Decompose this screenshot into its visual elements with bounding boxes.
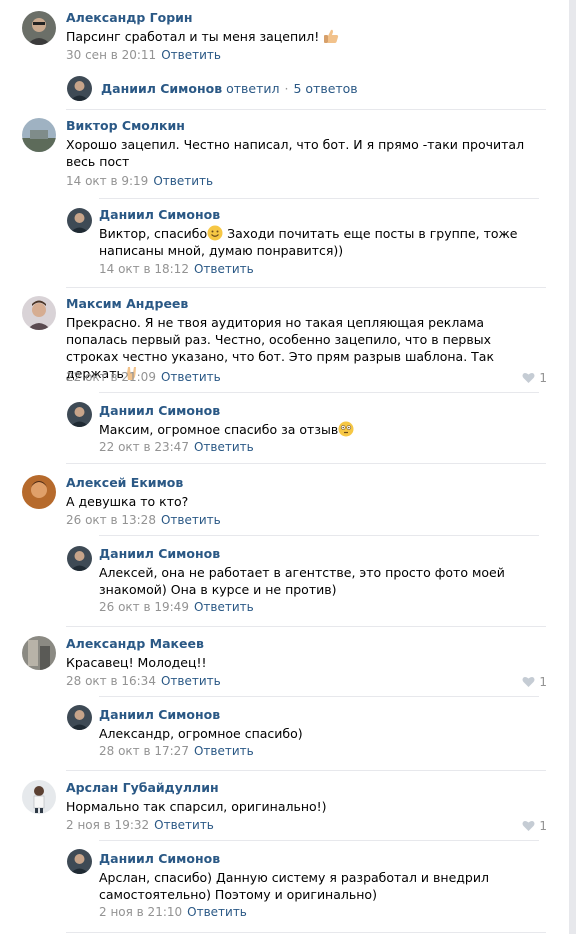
reply-text: Виктор, спасибо Заходи почитать еще пост…	[99, 225, 518, 258]
separator	[99, 198, 539, 199]
reply-meta: 22 окт в 23:47 Ответить	[99, 440, 254, 454]
like-button[interactable]: 1	[522, 371, 547, 385]
thread-author[interactable]: Даниил Симонов	[101, 81, 222, 96]
replies-thread-link[interactable]: Даниил Симонов ответил · 5 ответов	[101, 81, 358, 96]
thread-action: ответил	[226, 81, 280, 96]
heart-icon	[522, 676, 535, 687]
reply-author[interactable]: Даниил Симонов	[99, 207, 220, 222]
reply-link[interactable]: Ответить	[194, 440, 254, 454]
reply-text: Алексей, она не работает в агентстве, эт…	[99, 565, 505, 597]
like-count: 1	[539, 675, 547, 689]
avatar[interactable]	[22, 296, 56, 330]
reply-text: Арслан, спасибо) Данную систему я разраб…	[99, 870, 489, 902]
comment-6: Арслан Губайдуллин Нормально так спарсил…	[0, 771, 569, 934]
avatar[interactable]	[22, 780, 56, 814]
comment-author[interactable]: Максим Андреев	[66, 296, 188, 311]
like-button[interactable]: 1	[522, 819, 547, 833]
reply-date[interactable]: 14 окт в 18:12	[99, 262, 189, 276]
reply-date[interactable]: 28 окт в 17:27	[99, 744, 189, 758]
like-button[interactable]: 1	[522, 675, 547, 689]
like-count: 1	[539, 819, 547, 833]
separator	[99, 840, 539, 841]
comment-meta: 2 ноя в 19:32 Ответить	[66, 818, 214, 832]
dot-separator: ·	[284, 81, 289, 96]
comment-meta: 14 окт в 9:19 Ответить	[66, 174, 213, 188]
avatar[interactable]	[67, 546, 92, 571]
avatar[interactable]	[22, 118, 56, 152]
comment-1: Александр Горин Парсинг сработал и ты ме…	[0, 0, 569, 110]
comment-5: Александр Макеев Красавец! Молодец!! 28 …	[0, 627, 569, 770]
separator	[66, 932, 546, 933]
reply-date[interactable]: 2 ноя в 21:10	[99, 905, 182, 919]
comment-meta: 28 окт в 16:34 Ответить	[66, 674, 221, 688]
comment-author[interactable]: Алексей Екимов	[66, 475, 183, 490]
reply-text: Максим, огромное спасибо за отзыв	[99, 421, 519, 438]
comment-author[interactable]: Виктор Смолкин	[66, 118, 185, 133]
avatar[interactable]	[67, 705, 92, 730]
reply-link[interactable]: Ответить	[154, 818, 214, 832]
reply-link[interactable]: Ответить	[161, 48, 221, 62]
reply-link[interactable]: Ответить	[194, 262, 254, 276]
avatar[interactable]	[67, 76, 92, 101]
avatar[interactable]	[67, 402, 92, 427]
comment-author[interactable]: Александр Макеев	[66, 636, 204, 651]
comment-meta: 26 окт в 13:28 Ответить	[66, 513, 221, 527]
comment-date[interactable]: 28 окт в 16:34	[66, 674, 156, 688]
reply-author[interactable]: Даниил Симонов	[99, 546, 220, 561]
thread-count[interactable]: 5 ответов	[293, 81, 357, 96]
reply-date[interactable]: 22 окт в 23:47	[99, 440, 189, 454]
comment-text: А девушка то кто?	[66, 494, 189, 509]
reply-meta: 28 окт в 17:27 Ответить	[99, 744, 254, 758]
avatar[interactable]	[22, 636, 56, 670]
reply-link[interactable]: Ответить	[194, 744, 254, 758]
avatar[interactable]	[22, 11, 56, 45]
heart-icon	[522, 372, 535, 383]
reply-link[interactable]: Ответить	[187, 905, 247, 919]
comment-4: Алексей Екимов А девушка то кто? 26 окт …	[0, 464, 569, 626]
reply-link[interactable]: Ответить	[153, 174, 213, 188]
comment-author[interactable]: Александр Горин	[66, 10, 193, 25]
comment-meta: 22 окт в 21:09 Ответить	[66, 370, 221, 384]
comment-date[interactable]: 26 окт в 13:28	[66, 513, 156, 527]
heart-icon	[522, 820, 535, 831]
reply-text: Александр, огромное спасибо)	[99, 726, 303, 741]
reply-date[interactable]: 26 окт в 19:49	[99, 600, 189, 614]
reply-link[interactable]: Ответить	[194, 600, 254, 614]
thumbs-up-icon	[324, 29, 339, 43]
comment-date[interactable]: 30 сен в 20:11	[66, 48, 156, 62]
reply-meta: 2 ноя в 21:10 Ответить	[99, 905, 247, 919]
flushed-face-icon	[338, 421, 354, 437]
reply-link[interactable]: Ответить	[161, 513, 221, 527]
reply-author[interactable]: Даниил Симонов	[99, 707, 220, 722]
separator	[99, 392, 539, 393]
avatar[interactable]	[22, 475, 56, 509]
page-edge	[569, 0, 576, 934]
comment-meta: 30 сен в 20:11 Ответить	[66, 48, 221, 62]
avatar[interactable]	[67, 208, 92, 233]
smiling-face-icon	[207, 225, 223, 241]
like-count: 1	[539, 371, 547, 385]
comment-date[interactable]: 2 ноя в 19:32	[66, 818, 149, 832]
reply-author[interactable]: Даниил Симонов	[99, 851, 220, 866]
separator	[99, 696, 539, 697]
comment-3: Максим Андреев Прекрасно. Я не твоя ауди…	[0, 288, 569, 463]
reply-link[interactable]: Ответить	[161, 370, 221, 384]
comment-text: Парсинг сработал и ты меня зацепил!	[66, 28, 536, 45]
comment-author[interactable]: Арслан Губайдуллин	[66, 780, 219, 795]
reply-author[interactable]: Даниил Симонов	[99, 403, 220, 418]
avatar[interactable]	[67, 849, 92, 874]
reply-meta: 14 окт в 18:12 Ответить	[99, 262, 254, 276]
comment-text: Красавец! Молодец!!	[66, 655, 207, 670]
separator	[99, 535, 539, 536]
comment-2: Виктор Смолкин Хорошо зацепил. Честно на…	[0, 110, 569, 287]
comment-text: Хорошо зацепил. Честно написал, что бот.…	[66, 137, 525, 169]
reply-link[interactable]: Ответить	[161, 674, 221, 688]
comment-date[interactable]: 22 окт в 21:09	[66, 370, 156, 384]
comment-date[interactable]: 14 окт в 9:19	[66, 174, 148, 188]
reply-meta: 26 окт в 19:49 Ответить	[99, 600, 254, 614]
comment-text: Нормально так спарсил, оригинально!)	[66, 799, 327, 814]
